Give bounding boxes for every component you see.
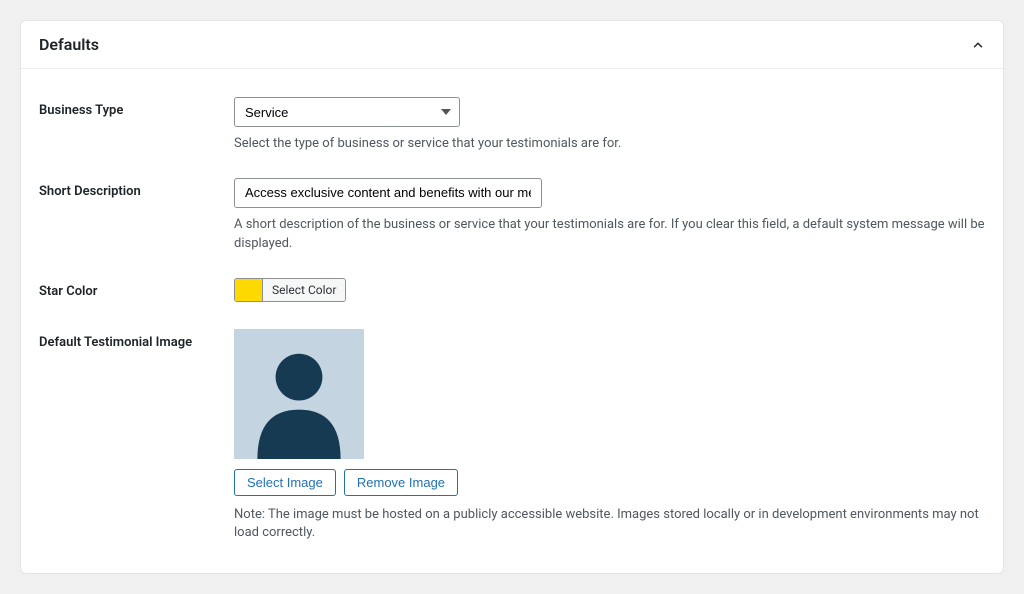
field-star-color: Star Color Select Color [39,260,985,311]
field-short-description: Short Description A short description of… [39,160,985,260]
field-control: Select Color [234,278,985,305]
color-picker[interactable]: Select Color [234,278,346,302]
help-text: Select the type of business or service t… [234,135,985,154]
field-label: Business Type [39,97,234,118]
select-wrap: Service [234,97,460,127]
chevron-up-icon[interactable] [971,38,985,52]
remove-image-button[interactable]: Remove Image [344,469,458,496]
field-label: Star Color [39,278,234,299]
short-description-input[interactable] [234,178,542,208]
field-control: Select Image Remove Image Note: The imag… [234,329,985,544]
panel-body: Business Type Service Select the type of… [21,69,1003,573]
avatar-icon [234,329,364,459]
panel-header: Defaults [21,21,1003,69]
help-text: A short description of the business or s… [234,216,985,254]
field-default-image: Default Testimonial Image Select Image R… [39,311,985,550]
panel-title: Defaults [39,35,99,54]
color-swatch [235,279,263,301]
help-text: Note: The image must be hosted on a publ… [234,506,985,544]
select-image-button[interactable]: Select Image [234,469,336,496]
select-color-button[interactable]: Select Color [263,279,345,301]
field-business-type: Business Type Service Select the type of… [39,79,985,160]
field-label: Short Description [39,178,234,199]
business-type-select[interactable]: Service [234,97,460,127]
field-control: A short description of the business or s… [234,178,985,254]
field-control: Service Select the type of business or s… [234,97,985,154]
defaults-panel: Defaults Business Type Service Select th… [20,20,1004,574]
image-button-row: Select Image Remove Image [234,469,985,496]
field-label: Default Testimonial Image [39,329,234,350]
default-image-preview [234,329,364,459]
